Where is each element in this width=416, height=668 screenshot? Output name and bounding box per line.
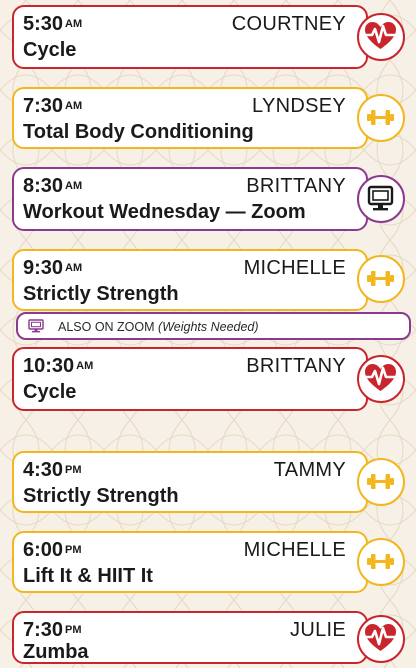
class-card[interactable]: 7:30 AM LYNDSEY Total Body Conditioning (12, 87, 368, 149)
monitor-icon (357, 175, 405, 223)
heart-pulse-icon (357, 13, 405, 61)
monitor-icon (28, 319, 44, 333)
class-name: Lift It & HIIT It (23, 565, 153, 587)
class-name: Workout Wednesday — Zoom (23, 201, 306, 223)
class-name: Zumba (23, 641, 89, 663)
class-time: 8:30 AM (23, 175, 83, 197)
class-name: Strictly Strength (23, 485, 179, 507)
class-name: Total Body Conditioning (23, 121, 254, 143)
class-name: Cycle (23, 381, 77, 403)
dumbbell-icon (357, 255, 405, 303)
instructor-name: MICHELLE (243, 257, 346, 279)
class-time: 4:30 PM (23, 459, 82, 481)
class-card[interactable]: 10:30 AM BRITTANY Cycle (12, 347, 368, 411)
class-time: 6:00 PM (23, 539, 82, 561)
instructor-name: COURTNEY (231, 13, 346, 35)
dumbbell-icon (357, 538, 405, 586)
class-card[interactable]: 9:30 AM MICHELLE Strictly Strength (12, 249, 368, 311)
instructor-name: TAMMY (273, 459, 346, 481)
instructor-name: BRITTANY (246, 355, 346, 377)
class-name: Strictly Strength (23, 283, 179, 305)
instructor-name: MICHELLE (243, 539, 346, 561)
class-card[interactable]: 6:00 PM MICHELLE Lift It & HIIT It (12, 531, 368, 593)
class-card[interactable]: 7:30 PM JULIE Zumba (12, 611, 368, 664)
dumbbell-icon (357, 458, 405, 506)
class-time: 7:30 PM (23, 619, 82, 641)
class-card[interactable]: 4:30 PM TAMMY Strictly Strength (12, 451, 368, 513)
class-card[interactable]: 5:30 AM COURTNEY Cycle (12, 5, 368, 69)
zoom-note-text: ALSO ON ZOOM (Weights Needed) (58, 320, 259, 334)
heart-pulse-icon (357, 615, 405, 663)
instructor-name: JULIE (290, 619, 346, 641)
class-card[interactable]: 8:30 AM BRITTANY Workout Wednesday — Zoom (12, 167, 368, 231)
class-time: 9:30 AM (23, 257, 83, 279)
heart-pulse-icon (357, 355, 405, 403)
instructor-name: BRITTANY (246, 175, 346, 197)
class-time: 7:30 AM (23, 95, 83, 117)
class-name: Cycle (23, 39, 77, 61)
class-time: 5:30 AM (23, 13, 83, 35)
dumbbell-icon (357, 94, 405, 142)
class-time: 10:30 AM (23, 355, 94, 377)
instructor-name: LYNDSEY (252, 95, 346, 117)
zoom-note: ALSO ON ZOOM (Weights Needed) (16, 312, 411, 340)
zoom-note-subtext: (Weights Needed) (158, 320, 259, 334)
